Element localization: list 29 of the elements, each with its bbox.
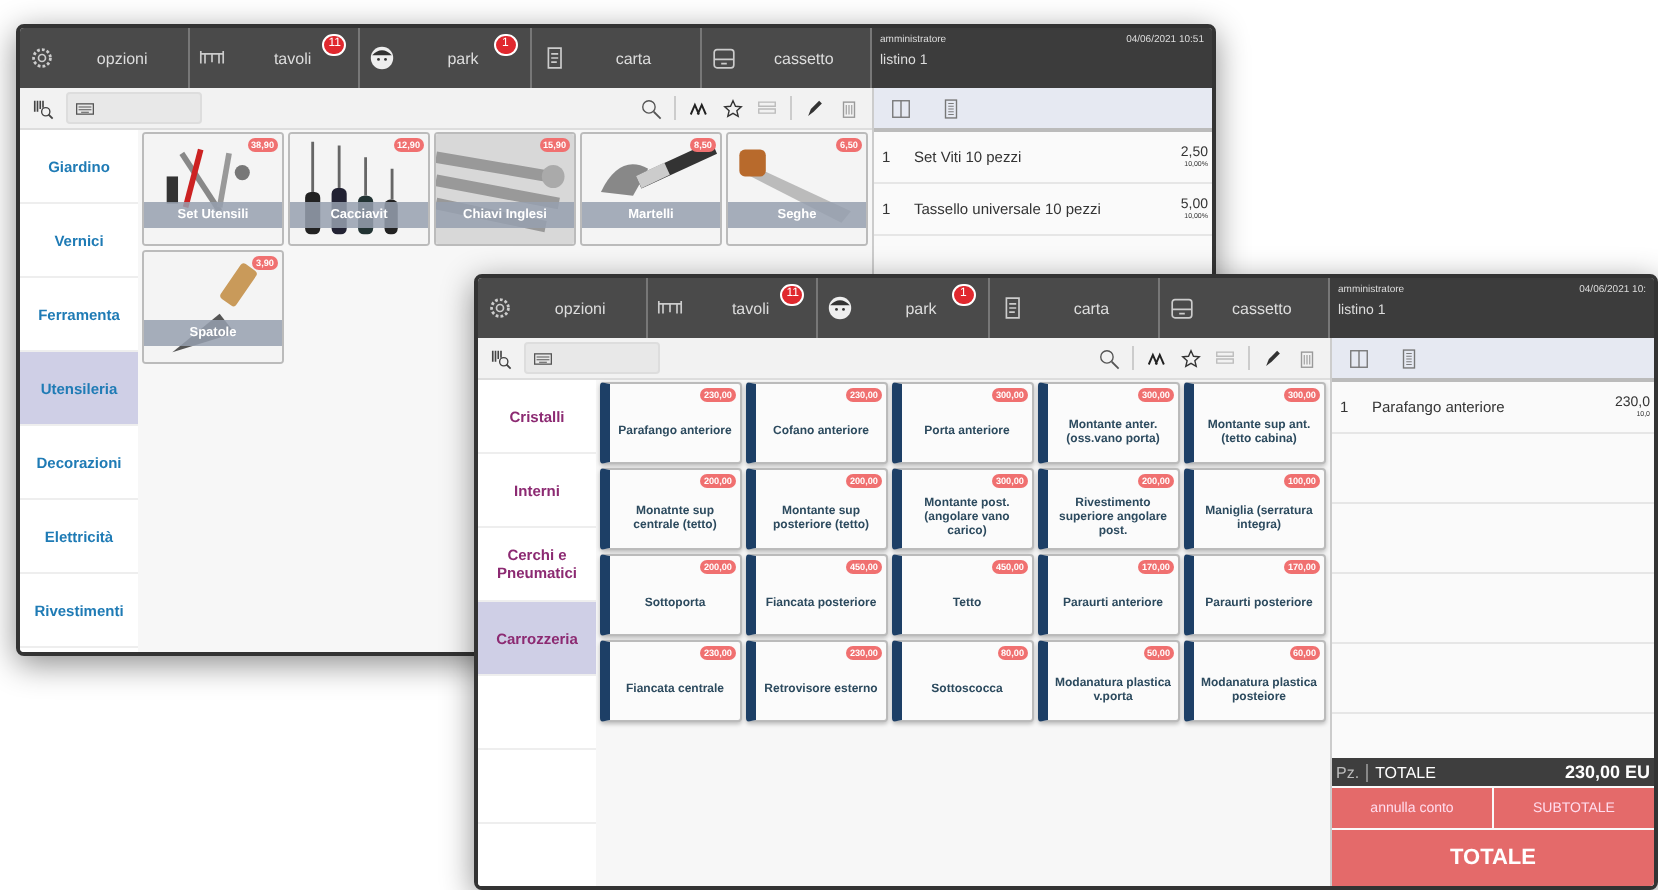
face-icon [826,294,855,322]
star-icon[interactable] [1180,347,1202,369]
face-icon [368,44,397,72]
pieces-label: Pz. [1336,763,1368,781]
keyboard-input-field[interactable] [524,342,660,374]
trash-icon[interactable] [1296,347,1318,369]
barcode-search-icon[interactable] [490,347,512,369]
barcode-search-icon[interactable] [32,97,54,119]
gear-icon [28,44,56,72]
split-view-icon[interactable] [1348,347,1370,369]
receipt-icon[interactable] [1398,347,1420,369]
search-icon[interactable] [640,97,662,119]
font-size-icon[interactable] [688,97,710,119]
pencil-icon[interactable] [1262,347,1284,369]
gear-icon [486,294,514,322]
star-icon[interactable] [722,97,744,119]
trash-icon[interactable] [838,97,860,119]
keyboard-input-field[interactable] [66,92,202,124]
cash-drawer-icon [709,44,738,72]
receipt-icon[interactable] [940,97,962,119]
total-amount: 230,00 EU [1564,762,1650,782]
cash-drawer-icon [1167,294,1196,322]
total-label: TOTALE [1375,763,1438,781]
search-icon[interactable] [1098,347,1120,369]
keyboard-icon [534,351,552,365]
keyboard-icon [76,101,94,115]
pencil-icon[interactable] [804,97,826,119]
font-size-icon[interactable] [1146,347,1168,369]
split-view-icon[interactable] [890,97,912,119]
